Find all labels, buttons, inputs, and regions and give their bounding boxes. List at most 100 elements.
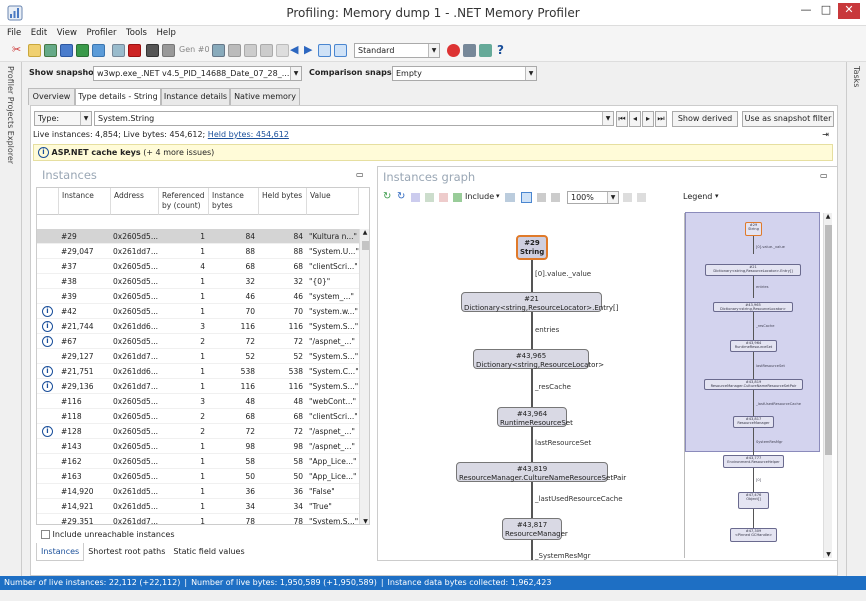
next-icon[interactable]: ▸ [642, 111, 654, 127]
fit-icon[interactable] [521, 192, 532, 203]
previous-icon[interactable]: ◂ [629, 111, 641, 127]
layout-icon[interactable] [411, 193, 420, 202]
tab-native-memory[interactable]: Native memory [230, 88, 300, 105]
table-row[interactable]: #162 0x2605d5... 1 58 58 "App_Lice..." [37, 454, 359, 469]
info-icon[interactable]: i [42, 381, 53, 392]
tasks-tab[interactable]: Tasks [852, 66, 861, 87]
tab-instances[interactable]: Instances [36, 543, 85, 561]
menu-file[interactable]: File [7, 26, 21, 40]
options-icon[interactable] [479, 44, 492, 57]
report-icon[interactable] [244, 44, 257, 57]
table-row[interactable]: i #128 0x2605d5... 2 72 72 "/aspnet_..." [37, 424, 359, 439]
export-icon[interactable] [260, 44, 273, 57]
info-icon[interactable]: i [42, 426, 53, 437]
import-icon[interactable] [76, 44, 89, 57]
table-row[interactable]: #14,920 0x261dd5... 1 36 36 "False" [37, 484, 359, 499]
menu-view[interactable]: View [57, 26, 77, 40]
use-as-snapshot-filter-button[interactable]: Use as snapshot filter [742, 111, 834, 127]
include-unreachable-checkbox[interactable] [41, 530, 50, 539]
scroll-up-icon[interactable]: ▲ [360, 229, 369, 236]
last-icon[interactable]: ⏭ [655, 111, 667, 127]
heap-icon[interactable] [212, 44, 225, 57]
graph-node-entry-array[interactable]: #21 Dictionary<string,ResourceLocator>.E… [461, 292, 618, 312]
table-row[interactable]: #39 0x2605d5... 1 46 46 "system_..." [37, 289, 359, 304]
graph-node-resource-manager[interactable]: #43,817 ResourceManager [502, 518, 568, 540]
help-icon[interactable]: ? [497, 43, 504, 57]
graph-scrollbar[interactable]: ▲ ▼ [823, 213, 832, 558]
compare-icon[interactable] [228, 44, 241, 57]
table-row[interactable]: #116 0x2605d5... 3 48 48 "webCont..." [37, 394, 359, 409]
comparison-snapshot-select[interactable]: Empty ▼ [392, 66, 537, 81]
graph-node-culture-pair[interactable]: #43,819 ResourceManager.CultureNameResou… [456, 462, 626, 482]
close-button[interactable]: ✕ [838, 3, 860, 19]
table-row[interactable]: i #21,751 0x261dd6... 1 538 538 "System.C..." [37, 364, 359, 379]
panel-minimize-icon[interactable]: ▭ [356, 170, 364, 179]
tab-overview[interactable]: Overview [28, 88, 75, 105]
type-select[interactable]: System.String ▼ [94, 111, 614, 126]
graph-node-dictionary[interactable]: #43,965 Dictionary<string,ResourceLocato… [473, 349, 604, 369]
refresh-green-icon[interactable]: ↻ [383, 191, 391, 202]
info-icon[interactable]: i [42, 306, 53, 317]
tools-icon[interactable] [463, 44, 476, 57]
snapshot-icon[interactable] [92, 44, 105, 57]
show-derived-button[interactable]: Show derived [672, 111, 738, 127]
mode-select[interactable]: Standard ▼ [354, 43, 440, 58]
tab-shortest-root-paths[interactable]: Shortest root paths [84, 543, 169, 560]
column-header-held-bytes[interactable]: Held bytes [259, 188, 307, 215]
table-row[interactable]: #29,127 0x261dd7... 1 52 52 "System.S..." [37, 349, 359, 364]
held-bytes-link[interactable]: Held bytes: 454,612 [208, 130, 289, 139]
table-row[interactable]: i #29,136 0x261dd7... 1 116 116 "System.S..." [37, 379, 359, 394]
scroll-thumb[interactable] [825, 225, 832, 455]
graph-minimize-icon[interactable]: ▭ [820, 171, 828, 180]
collect-icon[interactable] [146, 44, 159, 57]
help-search-icon[interactable] [447, 44, 460, 57]
table-row[interactable]: #37 0x2605d5... 4 68 68 "clientScri..." [37, 259, 359, 274]
table-row[interactable]: #29,047 0x261dd7... 1 88 88 "System.U..." [37, 244, 359, 259]
table-row[interactable]: #118 0x2605d5... 2 68 68 "clientScri..." [37, 409, 359, 424]
stop-icon[interactable] [128, 44, 141, 57]
auto-icon[interactable] [334, 44, 347, 57]
tab-static-field-values[interactable]: Static field values [169, 543, 248, 560]
table-row[interactable]: #143 0x2605d5... 1 98 98 "/aspnet_..." [37, 439, 359, 454]
gen-label[interactable]: Gen #0 [179, 45, 210, 54]
table-row[interactable]: #29 0x2605d5... 1 84 84 "Kultura n..." [37, 229, 359, 244]
graph-node-string[interactable]: #29 String [516, 235, 548, 260]
collapse-icon[interactable] [439, 193, 448, 202]
instances-scrollbar[interactable]: ▲ ▼ [359, 229, 369, 524]
forward-icon[interactable]: ▶ [304, 43, 312, 56]
info-icon[interactable]: i [42, 336, 53, 347]
filter-icon[interactable] [505, 193, 515, 202]
maximize-button[interactable]: □ [815, 3, 837, 19]
table-row[interactable]: #163 0x2605d5... 1 50 50 "App_Lice..." [37, 469, 359, 484]
refresh-icon[interactable] [318, 44, 331, 57]
legend-dropdown-icon[interactable]: ▾ [715, 192, 719, 200]
show-snapshot-select[interactable]: w3wp.exe_.NET v4.5_PID_14688_Date_07_28_… [93, 66, 302, 81]
table-row[interactable]: i #21,744 0x261dd6... 3 116 116 "System.S..." [37, 319, 359, 334]
scroll-down-icon[interactable]: ▼ [824, 551, 833, 558]
tab-type-details[interactable]: Type details - String [75, 88, 161, 106]
cut-icon[interactable]: ✂ [12, 44, 25, 57]
table-row[interactable]: #38 0x2605d5... 1 32 32 "{0}" [37, 274, 359, 289]
menu-profiler[interactable]: Profiler [87, 26, 117, 40]
expand-icon[interactable] [425, 193, 434, 202]
pin-icon[interactable]: ⇥ [822, 128, 829, 142]
column-header-value[interactable]: Value [307, 188, 359, 215]
minimize-button[interactable]: — [795, 3, 817, 19]
tab-instance-details[interactable]: Instance details [161, 88, 230, 105]
column-header-instance[interactable]: Instance [59, 188, 111, 215]
column-header-instance-bytes[interactable]: Instance bytes [209, 188, 259, 215]
gc-icon[interactable] [162, 44, 175, 57]
table-row[interactable]: i #42 0x2605d5... 1 70 70 "system.w..." [37, 304, 359, 319]
refresh-blue-icon[interactable]: ↻ [397, 191, 405, 202]
include-button[interactable]: Include [465, 192, 494, 201]
settings-icon[interactable] [276, 44, 289, 57]
profiler-projects-explorer-tab[interactable]: Profiler Projects Explorer [6, 66, 15, 164]
start-icon[interactable] [112, 44, 125, 57]
column-header-referenced-by[interactable]: Referenced by (count) [159, 188, 209, 215]
first-icon[interactable]: ⏮ [616, 111, 628, 127]
info-icon[interactable]: i [42, 366, 53, 377]
open-icon[interactable] [28, 44, 41, 57]
column-header-address[interactable]: Address [111, 188, 159, 215]
print-icon[interactable] [551, 193, 560, 202]
table-row[interactable]: i #67 0x2605d5... 2 72 72 "/aspnet_..." [37, 334, 359, 349]
